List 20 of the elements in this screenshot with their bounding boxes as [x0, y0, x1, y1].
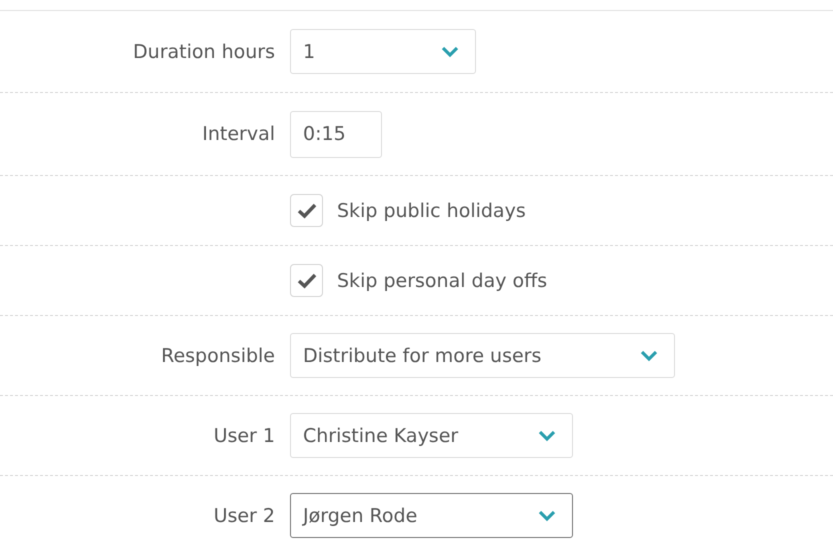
dropdown[interactable]: Jørgen Rode: [290, 493, 573, 538]
checkbox[interactable]: [290, 264, 323, 297]
check-icon: [296, 272, 316, 288]
dropdown[interactable]: 1: [290, 29, 476, 74]
field-label: Interval: [202, 123, 275, 145]
dropdown[interactable]: Christine Kayser: [290, 413, 573, 458]
chevron-down-icon: [441, 46, 459, 58]
chevron-down-icon: [640, 350, 658, 362]
chevron-down-icon: [538, 430, 556, 442]
check-icon: [296, 202, 316, 218]
field-label: User 2: [214, 504, 275, 526]
field-label: User 1: [214, 424, 275, 446]
chevron-down-icon: [538, 510, 556, 522]
checkbox-label: Skip personal day offs: [337, 270, 548, 292]
checkbox-label: Skip public holidays: [337, 200, 526, 222]
dropdown[interactable]: Distribute for more users: [290, 333, 675, 378]
field-label: Duration hours: [133, 40, 275, 62]
input-field[interactable]: 0:15: [290, 110, 382, 158]
checkbox[interactable]: [290, 194, 323, 227]
field-label: Responsible: [161, 344, 275, 366]
